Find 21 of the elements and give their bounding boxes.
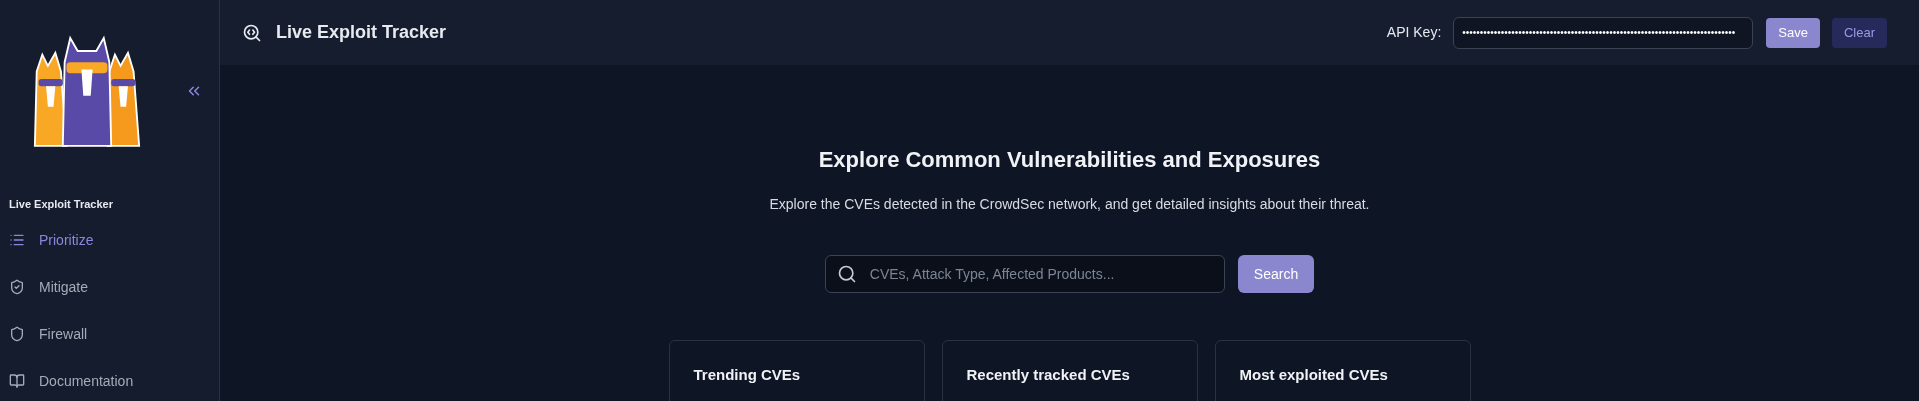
sidebar-nav-item[interactable]: Mitigate <box>0 263 219 311</box>
shield-icon <box>9 326 25 342</box>
page-title: Live Exploit Tracker <box>276 21 447 44</box>
sidebar-nav-item[interactable]: Prioritize <box>0 216 219 264</box>
search-code-icon <box>242 22 262 43</box>
sidebar-nav-item[interactable]: Firewall <box>0 310 219 358</box>
list-icon <box>9 232 25 248</box>
main-heading: Explore Common Vulnerabilities and Exposures <box>818 146 1321 174</box>
card-title: Most exploited CVEs <box>1239 366 1388 383</box>
search-icon <box>836 264 857 284</box>
card-title: Recently tracked CVEs <box>966 366 1130 383</box>
book-icon <box>9 373 25 389</box>
api-key-label: API Key: <box>1386 23 1442 42</box>
clear-button[interactable]: Clear <box>1831 17 1887 48</box>
cve-search-field[interactable]: CVEs, Attack Type, Affected Products... <box>824 255 1225 293</box>
main-subtitle: Explore the CVEs detected in the CrowdSec network, and get detailed insights about their threat. <box>769 195 1370 214</box>
shield-check-icon <box>9 279 25 295</box>
api-key-field[interactable]: •••••••••••••••••••••••••••••••••••••••••••••••••••••••••••••••••••••••••••••• <box>1453 16 1754 49</box>
sidebar-nav-item[interactable]: Documentation <box>0 357 219 401</box>
card-title: Trending CVEs <box>693 366 801 383</box>
sidebar-section-title: Live Exploit Tracker <box>9 197 114 212</box>
